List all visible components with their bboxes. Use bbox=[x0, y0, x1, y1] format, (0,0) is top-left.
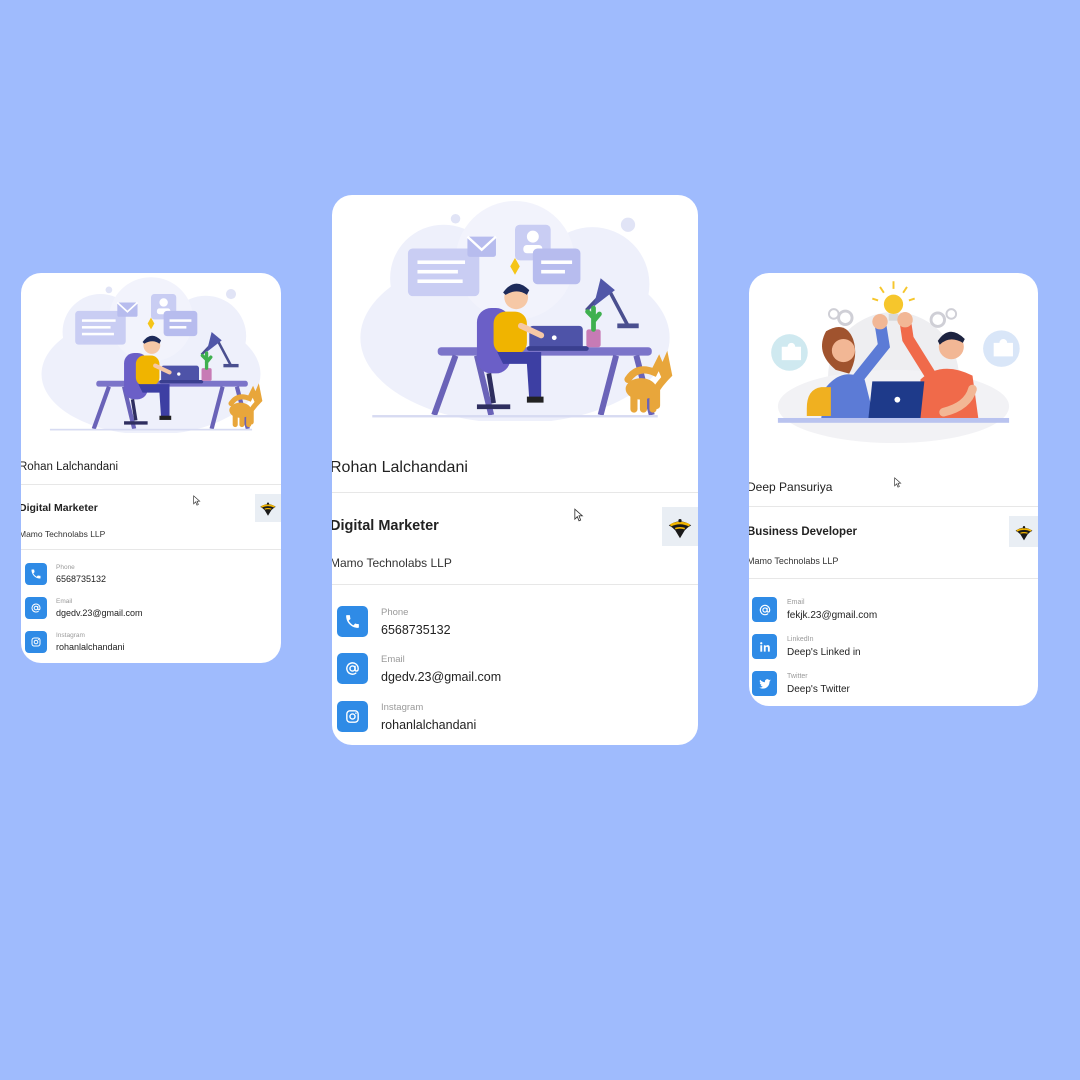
business-card-right[interactable]: Deep Pansuriya Business Developer Mamo T… bbox=[749, 273, 1038, 706]
contact-label: Phone bbox=[381, 606, 409, 618]
logo-icon bbox=[664, 511, 696, 543]
card-name: Rohan Lalchandani bbox=[332, 459, 468, 476]
instagram-icon bbox=[337, 701, 368, 732]
contact-twitter[interactable]: Twitter Deep's Twitter bbox=[752, 671, 850, 696]
card-company: Mamo Technolabs LLP bbox=[749, 556, 839, 566]
contact-value: 6568735132 bbox=[56, 574, 107, 584]
phone-icon bbox=[337, 606, 368, 637]
illustration-desk-worker bbox=[21, 273, 281, 433]
contact-value: Deep's Twitter bbox=[787, 683, 850, 695]
contact-value: dgedv.23@gmail.com bbox=[56, 608, 143, 618]
contact-linkedin[interactable]: LinkedIn Deep's Linked in bbox=[752, 634, 861, 659]
contact-phone[interactable]: Phone 6568735132 bbox=[25, 563, 106, 585]
at-icon bbox=[25, 597, 47, 619]
business-card-left[interactable]: Rohan Lalchandani Digital Marketer Mamo … bbox=[21, 273, 281, 663]
card-company: Mamo Technolabs LLP bbox=[332, 556, 452, 570]
contact-email[interactable]: Email fekjk.23@gmail.com bbox=[752, 597, 877, 622]
contact-value: dgedv.23@gmail.com bbox=[381, 669, 502, 684]
company-logo bbox=[662, 507, 698, 546]
mouse-cursor-icon bbox=[574, 508, 584, 522]
contact-label: Instagram bbox=[381, 701, 424, 713]
contact-value: rohanlalchandani bbox=[56, 642, 125, 652]
divider bbox=[332, 584, 698, 585]
at-icon bbox=[752, 597, 777, 622]
contact-instagram[interactable]: Instagram rohanlalchandani bbox=[337, 701, 476, 732]
divider bbox=[21, 484, 281, 485]
logo-icon bbox=[257, 497, 279, 519]
divider bbox=[749, 506, 1038, 507]
at-icon bbox=[337, 653, 368, 684]
business-card-center[interactable]: Rohan Lalchandani Digital Marketer Mamo … bbox=[332, 195, 698, 745]
instagram-icon bbox=[25, 631, 47, 653]
contact-phone[interactable]: Phone 6568735132 bbox=[337, 606, 451, 637]
contact-label: Email bbox=[381, 653, 405, 665]
card-role: Digital Marketer bbox=[21, 502, 98, 514]
contact-label: Instagram bbox=[56, 632, 85, 639]
divider bbox=[749, 578, 1038, 579]
card-role: Business Developer bbox=[749, 526, 857, 538]
contact-instagram[interactable]: Instagram rohanlalchandani bbox=[25, 631, 125, 653]
divider bbox=[21, 549, 281, 550]
card-name: Rohan Lalchandani bbox=[21, 461, 119, 473]
contact-email[interactable]: Email dgedv.23@gmail.com bbox=[25, 597, 143, 619]
mouse-cursor-icon bbox=[193, 495, 201, 506]
mouse-cursor-icon bbox=[894, 477, 902, 488]
illustration-desk-worker bbox=[332, 195, 698, 421]
company-logo bbox=[255, 494, 281, 522]
logo-icon bbox=[1012, 520, 1036, 544]
contact-value: 6568735132 bbox=[381, 622, 451, 637]
contact-label: LinkedIn bbox=[787, 635, 814, 643]
contact-email[interactable]: Email dgedv.23@gmail.com bbox=[337, 653, 501, 684]
contact-label: Twitter bbox=[787, 672, 808, 680]
phone-icon bbox=[25, 563, 47, 585]
linkedin-icon bbox=[752, 634, 777, 659]
contact-value: Deep's Linked in bbox=[787, 646, 861, 658]
card-role: Digital Marketer bbox=[332, 518, 439, 534]
contact-value: fekjk.23@gmail.com bbox=[787, 609, 878, 621]
contact-label: Email bbox=[787, 598, 805, 606]
divider bbox=[332, 492, 698, 493]
card-company: Mamo Technolabs LLP bbox=[21, 529, 106, 539]
card-name: Deep Pansuriya bbox=[749, 480, 833, 494]
contact-label: Email bbox=[56, 598, 73, 605]
company-logo bbox=[1009, 516, 1038, 547]
illustration-high-five bbox=[749, 273, 1038, 457]
contact-value: rohanlalchandani bbox=[381, 717, 477, 732]
contact-label: Phone bbox=[56, 564, 75, 571]
twitter-icon bbox=[752, 671, 777, 696]
